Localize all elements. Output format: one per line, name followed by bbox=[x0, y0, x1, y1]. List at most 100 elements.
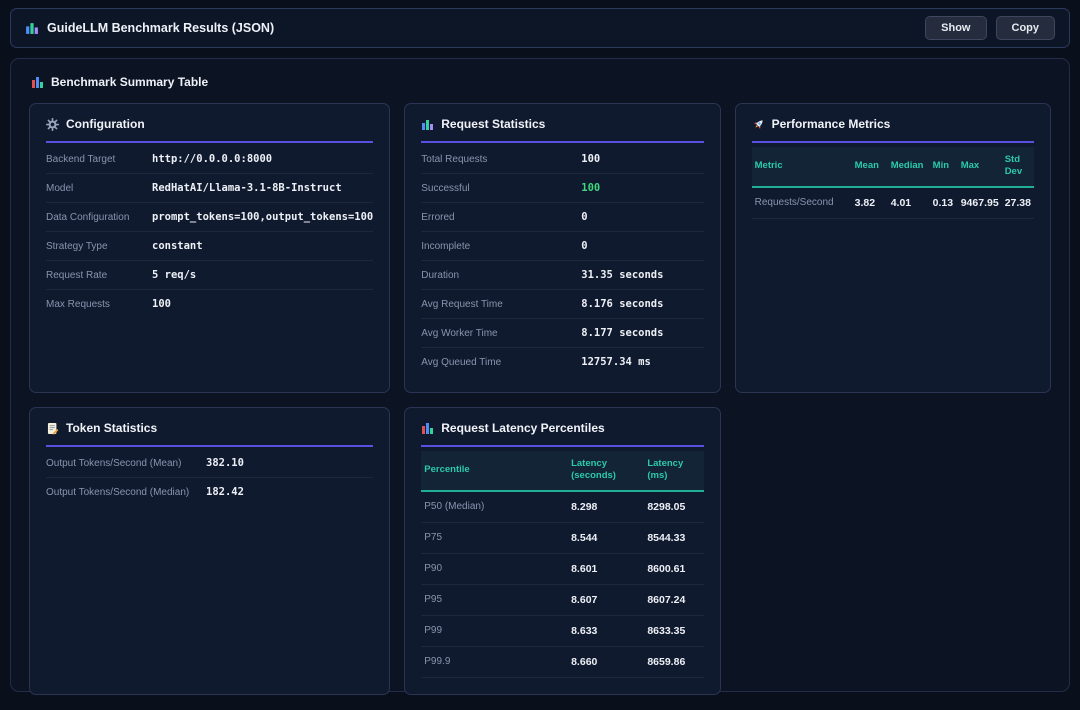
token-value: 382.10 bbox=[206, 457, 244, 469]
latency-seconds: 8.633 bbox=[568, 615, 644, 646]
latency-ms: 8607.24 bbox=[644, 584, 703, 615]
stat-label: Incomplete bbox=[421, 241, 581, 252]
gear-icon bbox=[46, 118, 59, 131]
token-value: 182.42 bbox=[206, 486, 244, 498]
stat-row: Avg Request Time 8.176 seconds bbox=[421, 290, 703, 319]
percentile-name: P95 bbox=[421, 584, 568, 615]
rocket-icon bbox=[752, 118, 765, 131]
stat-label: Avg Request Time bbox=[421, 299, 581, 310]
stat-row: Successful 100 bbox=[421, 174, 703, 203]
token-label: Output Tokens/Second (Median) bbox=[46, 487, 206, 498]
config-value: 100 bbox=[152, 298, 171, 310]
stat-value: 0 bbox=[581, 211, 587, 223]
stat-value: 100 bbox=[581, 153, 600, 165]
column-header: Metric bbox=[752, 147, 852, 187]
config-value: RedHatAI/Llama-3.1-8B-Instruct bbox=[152, 182, 342, 194]
column-header: Percentile bbox=[421, 451, 568, 491]
config-value: http://0.0.0.0:8000 bbox=[152, 153, 272, 165]
config-row: Backend Target http://0.0.0.0:8000 bbox=[46, 145, 373, 174]
latency-ms: 8633.35 bbox=[644, 615, 703, 646]
table-row: P75 8.544 8544.33 bbox=[421, 522, 703, 553]
stat-row: Avg Queued Time 12757.34 ms bbox=[421, 348, 703, 376]
config-row: Max Requests 100 bbox=[46, 290, 373, 318]
stat-label: Errored bbox=[421, 212, 581, 223]
configuration-rows: Backend Target http://0.0.0.0:8000 Model… bbox=[46, 145, 373, 318]
stat-label: Duration bbox=[421, 270, 581, 281]
stat-value: 8.176 seconds bbox=[581, 298, 663, 310]
page-title: GuideLLM Benchmark Results (JSON) bbox=[47, 21, 274, 35]
summary-chart-icon bbox=[31, 76, 44, 89]
stat-row: Incomplete 0 bbox=[421, 232, 703, 261]
config-label: Model bbox=[46, 183, 152, 194]
configuration-card-title: Configuration bbox=[46, 117, 373, 143]
column-header: Latency (ms) bbox=[644, 451, 703, 491]
section-title: Benchmark Summary Table bbox=[31, 75, 1057, 89]
performance-header-row: Metric Mean Median Min Max Std Dev bbox=[752, 147, 1034, 187]
stat-label: Avg Worker Time bbox=[421, 328, 581, 339]
column-header: Min bbox=[930, 147, 958, 187]
table-row: P90 8.601 8600.61 bbox=[421, 553, 703, 584]
copy-button[interactable]: Copy bbox=[996, 16, 1056, 40]
metric-mean: 3.82 bbox=[852, 187, 888, 219]
stat-value-success: 100 bbox=[581, 182, 600, 194]
performance-metrics-card-title: Performance Metrics bbox=[752, 117, 1034, 143]
configuration-card: Configuration Backend Target http://0.0.… bbox=[29, 103, 390, 393]
latency-seconds: 8.660 bbox=[568, 646, 644, 677]
column-header: Latency (seconds) bbox=[568, 451, 644, 491]
latency-percentiles-card-title: Request Latency Percentiles bbox=[421, 421, 703, 447]
stat-row: Avg Worker Time 8.177 seconds bbox=[421, 319, 703, 348]
config-value: prompt_tokens=100,output_tokens=100 bbox=[152, 211, 373, 223]
stat-value: 12757.34 ms bbox=[581, 356, 651, 368]
bar-chart-icon bbox=[25, 21, 39, 35]
main-panel: Benchmark Summary Table bbox=[10, 58, 1070, 692]
stat-row: Duration 31.35 seconds bbox=[421, 261, 703, 290]
section-title-label: Benchmark Summary Table bbox=[51, 75, 208, 89]
percentile-name: P50 (Median) bbox=[421, 491, 568, 523]
request-statistics-rows: Total Requests 100 Successful 100 Errore… bbox=[421, 145, 703, 376]
stat-label: Avg Queued Time bbox=[421, 357, 581, 368]
latency-ms: 8298.05 bbox=[644, 491, 703, 523]
stat-row: Total Requests 100 bbox=[421, 145, 703, 174]
table-row: P95 8.607 8607.24 bbox=[421, 584, 703, 615]
config-label: Backend Target bbox=[46, 154, 152, 165]
show-button[interactable]: Show bbox=[925, 16, 986, 40]
latency-percentiles-card: Request Latency Percentiles Percentile L… bbox=[404, 407, 720, 695]
latency-ms: 8659.86 bbox=[644, 646, 703, 677]
percentile-name: P90 bbox=[421, 553, 568, 584]
grid-empty-cell bbox=[735, 407, 1051, 695]
header-actions: Show Copy bbox=[925, 16, 1055, 40]
metric-stddev: 27.38 bbox=[1002, 187, 1034, 219]
token-statistics-card: Token Statistics Output Tokens/Second (M… bbox=[29, 407, 390, 695]
latency-seconds: 8.607 bbox=[568, 584, 644, 615]
percentile-name: P99 bbox=[421, 615, 568, 646]
stat-label: Successful bbox=[421, 183, 581, 194]
memo-icon bbox=[46, 422, 59, 435]
config-row: Strategy Type constant bbox=[46, 232, 373, 261]
table-row: P50 (Median) 8.298 8298.05 bbox=[421, 491, 703, 523]
latency-ms: 8600.61 bbox=[644, 553, 703, 584]
latency-seconds: 8.601 bbox=[568, 553, 644, 584]
table-row: Requests/Second 3.82 4.01 0.13 9467.95 2… bbox=[752, 187, 1034, 219]
latency-seconds: 8.298 bbox=[568, 491, 644, 523]
performance-metrics-card: Performance Metrics Metric Mean Median M… bbox=[735, 103, 1051, 393]
request-statistics-card: Request Statistics Total Requests 100 Su… bbox=[404, 103, 720, 393]
config-label: Request Rate bbox=[46, 270, 152, 281]
config-row: Model RedHatAI/Llama-3.1-8B-Instruct bbox=[46, 174, 373, 203]
latency-percentiles-title-label: Request Latency Percentiles bbox=[441, 421, 604, 435]
stat-label: Total Requests bbox=[421, 154, 581, 165]
table-row: P99.9 8.660 8659.86 bbox=[421, 646, 703, 677]
config-value: constant bbox=[152, 240, 203, 252]
token-row: Output Tokens/Second (Mean) 382.10 bbox=[46, 449, 373, 478]
column-header: Mean bbox=[852, 147, 888, 187]
cards-grid: Configuration Backend Target http://0.0.… bbox=[29, 103, 1051, 695]
token-statistics-card-title: Token Statistics bbox=[46, 421, 373, 447]
latency-seconds: 8.544 bbox=[568, 522, 644, 553]
token-statistics-rows: Output Tokens/Second (Mean) 382.10 Outpu… bbox=[46, 449, 373, 506]
config-label: Strategy Type bbox=[46, 241, 152, 252]
configuration-title-label: Configuration bbox=[66, 117, 145, 131]
config-row: Request Rate 5 req/s bbox=[46, 261, 373, 290]
token-statistics-title-label: Token Statistics bbox=[66, 421, 157, 435]
config-label: Data Configuration bbox=[46, 212, 152, 223]
request-statistics-title-label: Request Statistics bbox=[441, 117, 545, 131]
metric-min: 0.13 bbox=[930, 187, 958, 219]
